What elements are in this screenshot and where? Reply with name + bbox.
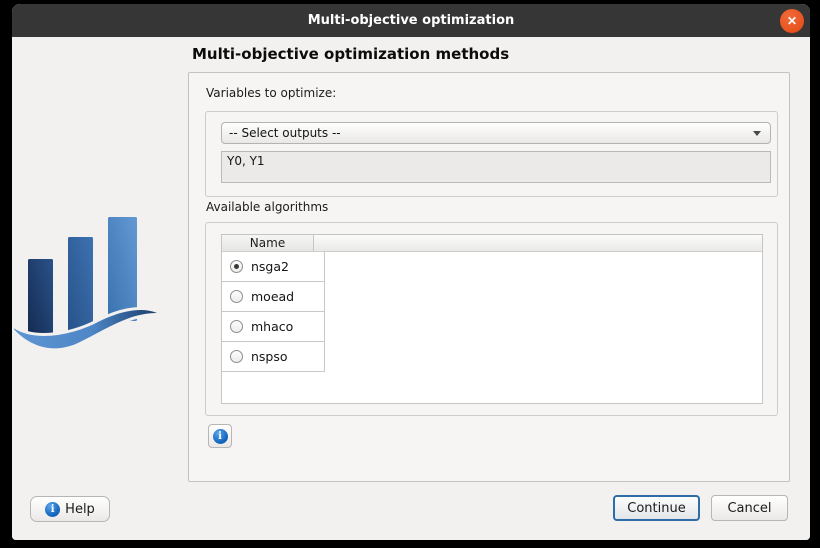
- close-icon: ✕: [787, 14, 797, 28]
- outputs-dropdown[interactable]: -- Select outputs --: [221, 122, 771, 144]
- table-row[interactable]: moead: [222, 282, 325, 312]
- table-row[interactable]: nsga2: [222, 252, 325, 282]
- radio-button-nspso[interactable]: [230, 350, 243, 363]
- methods-panel: Variables to optimize: -- Select outputs…: [188, 72, 790, 482]
- dialog-content: Multi-objective optimization methods: [12, 37, 810, 540]
- variables-group: -- Select outputs -- Y0, Y1: [205, 111, 778, 197]
- selected-outputs-field[interactable]: Y0, Y1: [221, 151, 771, 183]
- close-button[interactable]: ✕: [780, 9, 804, 33]
- table-row[interactable]: nspso: [222, 342, 325, 372]
- algorithm-name: nsga2: [251, 259, 289, 274]
- algorithms-label: Available algorithms: [206, 200, 328, 214]
- algorithms-group: Name nsga2 moead mhaco: [205, 222, 778, 416]
- dialog-window: Multi-objective optimization ✕ Multi-obj…: [12, 4, 810, 540]
- algorithm-name: moead: [251, 289, 294, 304]
- chevron-down-icon: [753, 131, 761, 136]
- screenshot-frame: Multi-objective optimization ✕ Multi-obj…: [0, 0, 820, 548]
- help-info-icon: i: [45, 502, 60, 517]
- outputs-dropdown-value: -- Select outputs --: [229, 126, 341, 140]
- continue-button-label: Continue: [627, 501, 685, 516]
- table-row[interactable]: mhaco: [222, 312, 325, 342]
- cancel-button[interactable]: Cancel: [711, 495, 788, 521]
- algorithm-name: nspso: [251, 349, 288, 364]
- radio-button-nsga2[interactable]: [230, 260, 243, 273]
- cancel-button-label: Cancel: [727, 501, 771, 516]
- radio-button-mhaco[interactable]: [230, 320, 243, 333]
- algorithm-name: mhaco: [251, 319, 293, 334]
- column-header-name[interactable]: Name: [222, 235, 314, 251]
- continue-button[interactable]: Continue: [613, 495, 700, 521]
- info-button[interactable]: i: [208, 424, 232, 448]
- selected-outputs-value: Y0, Y1: [227, 154, 265, 168]
- algorithms-table: Name nsga2 moead mhaco: [221, 234, 763, 404]
- table-header-row: Name: [222, 235, 762, 252]
- title-bar[interactable]: Multi-objective optimization ✕: [12, 4, 810, 37]
- info-icon: i: [213, 429, 228, 444]
- page-title: Multi-objective optimization methods: [192, 45, 509, 63]
- window-title: Multi-objective optimization: [308, 13, 515, 28]
- help-button[interactable]: i Help: [30, 496, 110, 522]
- radio-button-moead[interactable]: [230, 290, 243, 303]
- help-button-label: Help: [65, 502, 95, 517]
- variables-label: Variables to optimize:: [206, 86, 336, 100]
- bar-chart-wave-logo: [14, 209, 170, 364]
